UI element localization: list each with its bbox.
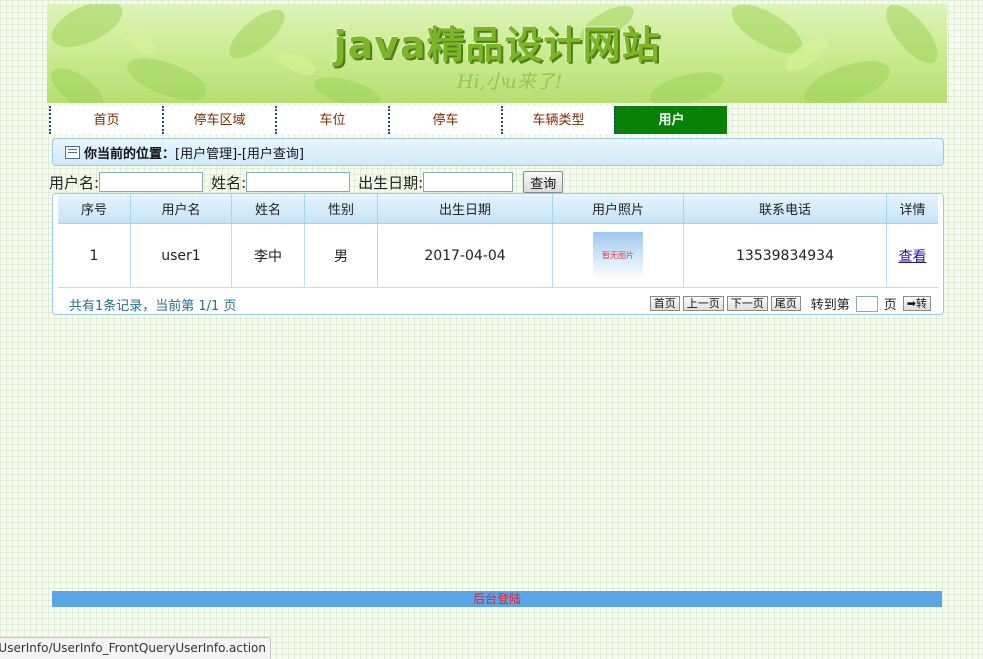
page-unit-label: 页 [883, 298, 897, 313]
cell-phone: 13539834934 [683, 223, 887, 288]
col-header-name: 姓名 [231, 194, 305, 224]
browser-status-bar: UserInfo/UserInfo_FrontQueryUserInfo.act… [0, 637, 271, 659]
name-input[interactable] [246, 172, 351, 192]
site-subtitle: Hi,小u来了! [457, 71, 563, 93]
username-input[interactable] [99, 172, 204, 192]
nav-item-vehicle-type[interactable]: 车辆类型 [501, 106, 614, 134]
site-banner: java精品设计网站 Hi,小u来了! [47, 4, 947, 103]
nav-item-parking-area[interactable]: 停车区域 [162, 106, 275, 134]
username-label: 用户名: [49, 173, 100, 192]
pager-summary: 共有1条记录，当前第 1/1 页 [69, 299, 237, 314]
cell-birthday: 2017-04-04 [377, 223, 553, 288]
footer-bar: 后台登陆 [52, 591, 942, 607]
table-row: 1 user1 李中 男 2017-04-04 暂无图片 13539834934… [58, 223, 938, 288]
cell-name: 李中 [231, 223, 305, 288]
go-button[interactable]: ➡转 [902, 296, 931, 311]
cell-gender: 男 [304, 223, 378, 288]
main-nav: 首页 停车区域 车位 停车 车辆类型 用户 [49, 106, 727, 134]
prev-page-button[interactable]: 上一页 [682, 296, 724, 311]
jump-label: 转到第 [810, 298, 850, 313]
birthday-input[interactable] [423, 172, 514, 192]
col-header-username: 用户名 [130, 194, 232, 224]
col-header-phone: 联系电话 [683, 194, 887, 224]
nav-item-parking[interactable]: 停车 [388, 106, 501, 134]
breadcrumb: 你当前的位置： [用户管理]-[用户查询] [52, 138, 944, 166]
page-number-input[interactable] [855, 295, 878, 312]
cell-photo: 暂无图片 [552, 223, 684, 288]
col-header-detail: 详情 [886, 194, 938, 224]
site-title: java精品设计网站 [333, 23, 661, 67]
breadcrumb-label: 你当前的位置： [84, 146, 176, 162]
col-header-gender: 性别 [304, 194, 378, 224]
pager-controls: 首页 上一页 下一页 尾页 转到第 页 ➡转 [647, 294, 931, 313]
name-label: 姓名: [211, 173, 247, 192]
list-icon [65, 145, 80, 159]
last-page-button[interactable]: 尾页 [770, 296, 801, 311]
birthday-label: 出生日期: [358, 173, 424, 192]
nav-item-user[interactable]: 用户 [614, 106, 727, 134]
user-photo: 暂无图片 [593, 231, 643, 280]
view-detail-link[interactable]: 查看 [899, 249, 927, 265]
cell-index: 1 [58, 223, 131, 288]
nav-item-home[interactable]: 首页 [49, 106, 162, 134]
nav-item-parking-space[interactable]: 车位 [275, 106, 388, 134]
status-url: UserInfo/UserInfo_FrontQueryUserInfo.act… [0, 641, 266, 655]
query-button[interactable]: 查询 [523, 171, 564, 193]
next-page-button[interactable]: 下一页 [726, 296, 768, 311]
table-header-row: 序号 用户名 姓名 性别 出生日期 用户照片 联系电话 详情 [58, 194, 938, 224]
first-page-button[interactable]: 首页 [649, 296, 680, 311]
col-header-index: 序号 [58, 194, 131, 224]
cell-username: user1 [130, 223, 232, 288]
user-table: 序号 用户名 姓名 性别 出生日期 用户照片 联系电话 详情 1 user1 李… [58, 194, 938, 288]
cell-detail: 查看 [886, 223, 938, 288]
col-header-photo: 用户照片 [552, 194, 684, 224]
user-table-panel: 序号 用户名 姓名 性别 出生日期 用户照片 联系电话 详情 1 user1 李… [52, 193, 944, 315]
admin-login-link[interactable]: 后台登陆 [473, 592, 521, 606]
breadcrumb-path: [用户管理]-[用户查询] [175, 146, 304, 162]
search-form: 用户名: 姓名: 出生日期: 查询 [49, 171, 564, 193]
col-header-birthday: 出生日期 [377, 194, 553, 224]
